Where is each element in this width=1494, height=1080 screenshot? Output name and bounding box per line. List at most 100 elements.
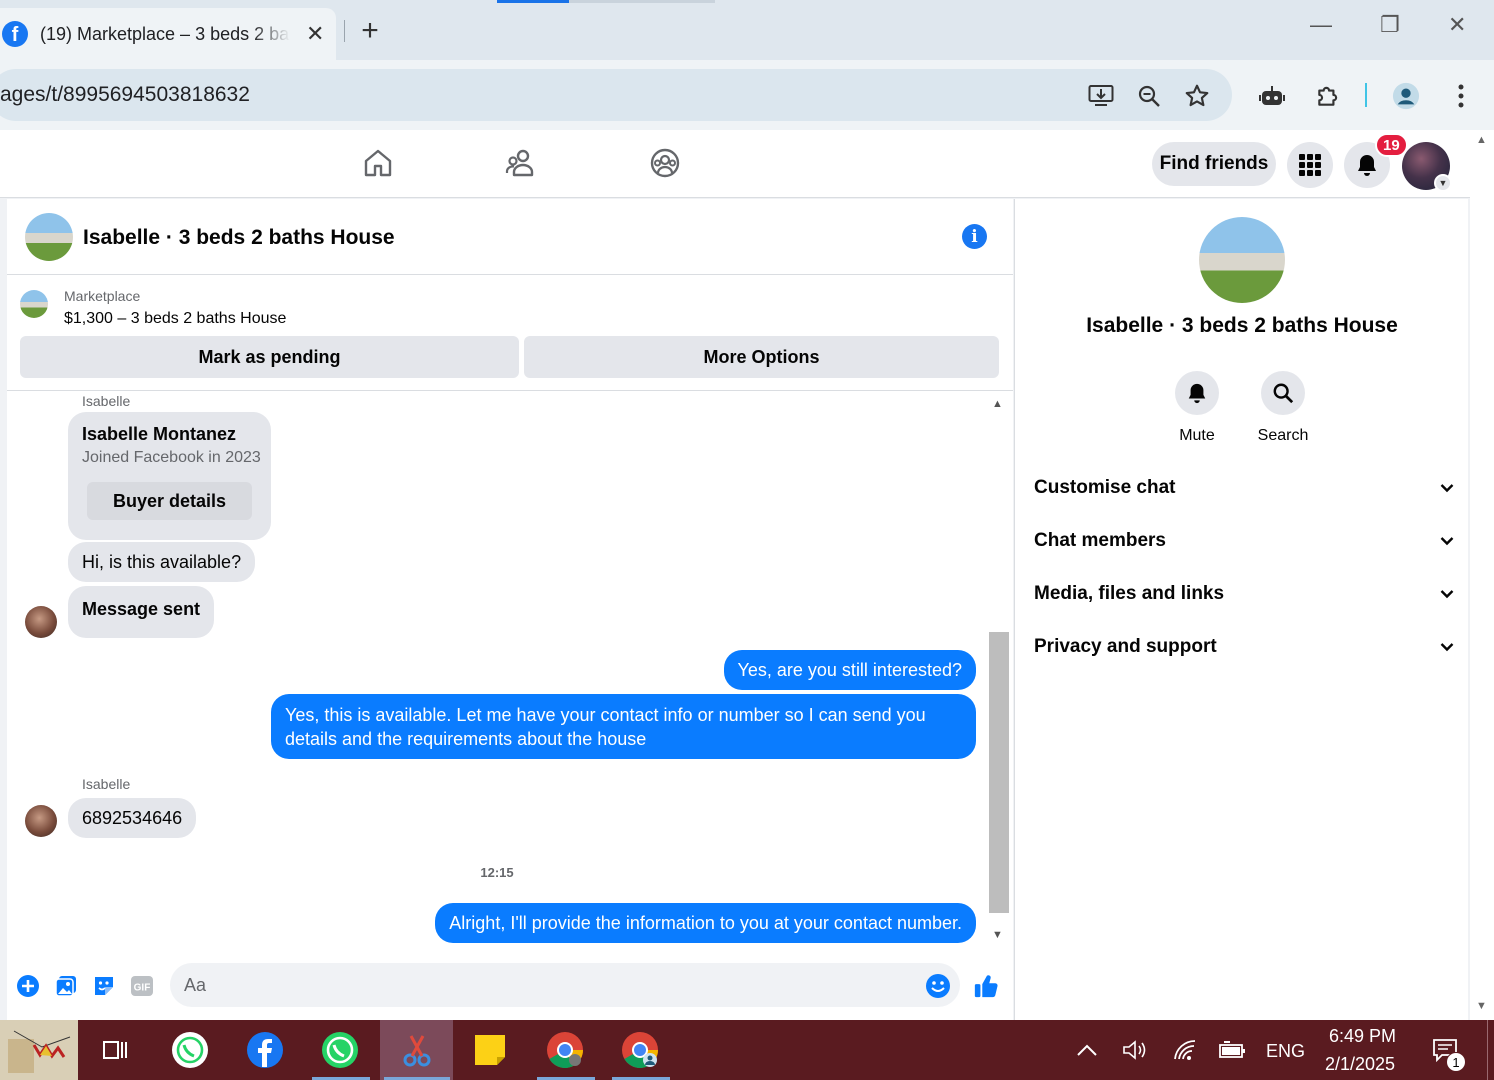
info-icon[interactable]: i [962, 224, 987, 249]
facebook-app-icon[interactable] [230, 1020, 300, 1080]
whatsapp-desktop-icon[interactable] [155, 1020, 225, 1080]
section-privacy-support[interactable]: Privacy and support [1034, 629, 1454, 665]
task-view-icon[interactable] [80, 1020, 150, 1080]
tab-separator [344, 20, 345, 42]
bell-icon [1358, 155, 1376, 176]
outgoing-message[interactable]: Yes, are you still interested? [723, 650, 976, 690]
conversation-avatar[interactable] [1199, 217, 1285, 303]
add-attachment-icon[interactable] [15, 973, 41, 999]
browser-tab[interactable]: f (19) Marketplace – 3 beds 2 baths Hous… [0, 8, 336, 60]
windows-taskbar: ENG 6:49 PM 2/1/2025 1 [0, 1020, 1494, 1080]
search-action[interactable]: Search [1243, 371, 1323, 445]
sender-avatar[interactable] [25, 805, 57, 837]
wifi-icon[interactable] [1160, 1020, 1210, 1080]
page-scrollbar[interactable]: ▲ ▼ [1470, 130, 1494, 1020]
whatsapp-icon[interactable] [305, 1020, 375, 1080]
window-close-button[interactable]: ✕ [1448, 12, 1466, 38]
incoming-message[interactable]: 6892534646 [68, 798, 197, 838]
section-label: Customise chat [1034, 477, 1176, 498]
chevron-down-icon [1440, 537, 1454, 546]
chat-scrollbar-thumb[interactable] [989, 632, 1009, 913]
action-center-icon[interactable] [1418, 1020, 1472, 1080]
mute-label: Mute [1179, 427, 1215, 444]
start-button[interactable] [0, 1020, 78, 1080]
section-customise-chat[interactable]: Customise chat [1034, 470, 1454, 506]
chrome-profile-icon[interactable] [605, 1020, 675, 1080]
chat-header: Isabelle · 3 beds 2 baths House i [7, 199, 1013, 275]
sticker-icon[interactable] [91, 973, 117, 999]
section-label: Media, files and links [1034, 583, 1225, 604]
mute-bell-icon [1175, 371, 1219, 415]
chat-title[interactable]: Isabelle · 3 beds 2 baths House [83, 226, 395, 250]
marketplace-label: Marketplace [64, 288, 141, 304]
address-bar[interactable]: ages/t/8995694503818632 [0, 69, 1232, 121]
scroll-down-arrow-icon[interactable]: ▼ [992, 929, 1003, 941]
more-options-button[interactable]: More Options [524, 336, 999, 378]
listing-thumbnail[interactable] [20, 290, 48, 318]
home-icon[interactable] [362, 147, 394, 179]
section-chat-members[interactable]: Chat members [1034, 523, 1454, 559]
gif-icon[interactable]: GIF [129, 973, 155, 999]
buyer-details-button[interactable]: Buyer details [87, 482, 252, 520]
battery-icon[interactable] [1207, 1020, 1257, 1080]
clock-date[interactable]: 2/1/2025 [1325, 1054, 1395, 1075]
photo-icon[interactable] [53, 973, 79, 999]
tab-indicator [569, 0, 715, 3]
buyer-name: Isabelle Montanez [82, 424, 237, 444]
clock-time[interactable]: 6:49 PM [1329, 1026, 1396, 1047]
language-indicator[interactable]: ENG [1266, 1041, 1305, 1062]
scroll-up-arrow-icon[interactable]: ▲ [992, 398, 1003, 410]
mute-action[interactable]: Mute [1157, 371, 1237, 445]
message-sender: Isabelle [82, 776, 131, 792]
minimize-button[interactable]: — [1310, 12, 1332, 38]
incoming-message[interactable]: Hi, is this available? [68, 542, 256, 582]
page-scroll-up-icon[interactable]: ▲ [1476, 134, 1487, 146]
outgoing-message[interactable]: Yes, this is available. Let me have your… [271, 694, 976, 759]
zoom-icon[interactable] [1135, 82, 1163, 110]
mark-as-pending-button[interactable]: Mark as pending [20, 336, 519, 378]
gemini-robot-icon[interactable] [1258, 82, 1286, 110]
chrome-icon[interactable] [530, 1020, 600, 1080]
sender-avatar[interactable] [25, 606, 57, 638]
search-icon [1261, 371, 1305, 415]
profile-account-icon[interactable] [1392, 82, 1420, 110]
notification-count-badge: 1 [1446, 1052, 1466, 1072]
message-input[interactable]: Aa [170, 963, 960, 1007]
show-hidden-icons-icon[interactable] [1062, 1020, 1112, 1080]
find-friends-button[interactable]: Find friends [1152, 142, 1276, 186]
extensions-icon[interactable] [1314, 82, 1342, 110]
tab-close-icon[interactable]: ✕ [306, 21, 324, 47]
restore-button[interactable]: ❐ [1380, 12, 1400, 38]
marketplace-banner: Marketplace $1,300 – 3 beds 2 baths Hous… [7, 276, 1013, 391]
tab-title: (19) Marketplace – 3 beds 2 baths House [40, 23, 290, 44]
browser-tabstrip: f (19) Marketplace – 3 beds 2 baths Hous… [0, 0, 1494, 60]
incoming-message[interactable]: Message sent [68, 586, 215, 638]
new-tab-button[interactable]: + [356, 14, 384, 48]
groups-icon[interactable] [649, 147, 681, 179]
emoji-icon[interactable] [925, 973, 951, 999]
chat-panel: Isabelle · 3 beds 2 baths House i Market… [7, 199, 1013, 1020]
sticky-notes-icon[interactable] [455, 1020, 525, 1080]
page-scroll-down-icon[interactable]: ▼ [1476, 1000, 1487, 1012]
snipping-tool-icon[interactable] [380, 1020, 453, 1080]
menu-grid-icon [1299, 154, 1321, 176]
toolbar-separator [1365, 83, 1367, 107]
browser-toolbar: ages/t/8995694503818632 [0, 60, 1494, 130]
install-app-icon[interactable] [1087, 82, 1115, 110]
like-thumb-icon[interactable] [973, 973, 999, 999]
browser-menu-icon[interactable] [1447, 82, 1475, 110]
svg-text:GIF: GIF [134, 983, 151, 994]
menu-grid-button[interactable] [1287, 142, 1333, 188]
url-text: ages/t/8995694503818632 [0, 83, 250, 106]
show-desktop-edge[interactable] [1487, 1020, 1494, 1080]
outgoing-message[interactable]: Alright, I'll provide the information to… [435, 903, 976, 943]
chat-avatar[interactable] [25, 213, 73, 261]
section-media-files-links[interactable]: Media, files and links [1034, 576, 1454, 612]
account-chevron-icon[interactable]: ▼ [1434, 174, 1452, 192]
volume-icon[interactable] [1110, 1020, 1160, 1080]
facebook-header: Find friends ▼ [0, 130, 1470, 198]
start-wallpaper-icon [8, 1030, 71, 1073]
friends-icon[interactable] [505, 147, 537, 179]
bookmark-star-icon[interactable] [1183, 82, 1211, 110]
listing-title[interactable]: $1,300 – 3 beds 2 baths House [64, 310, 286, 328]
